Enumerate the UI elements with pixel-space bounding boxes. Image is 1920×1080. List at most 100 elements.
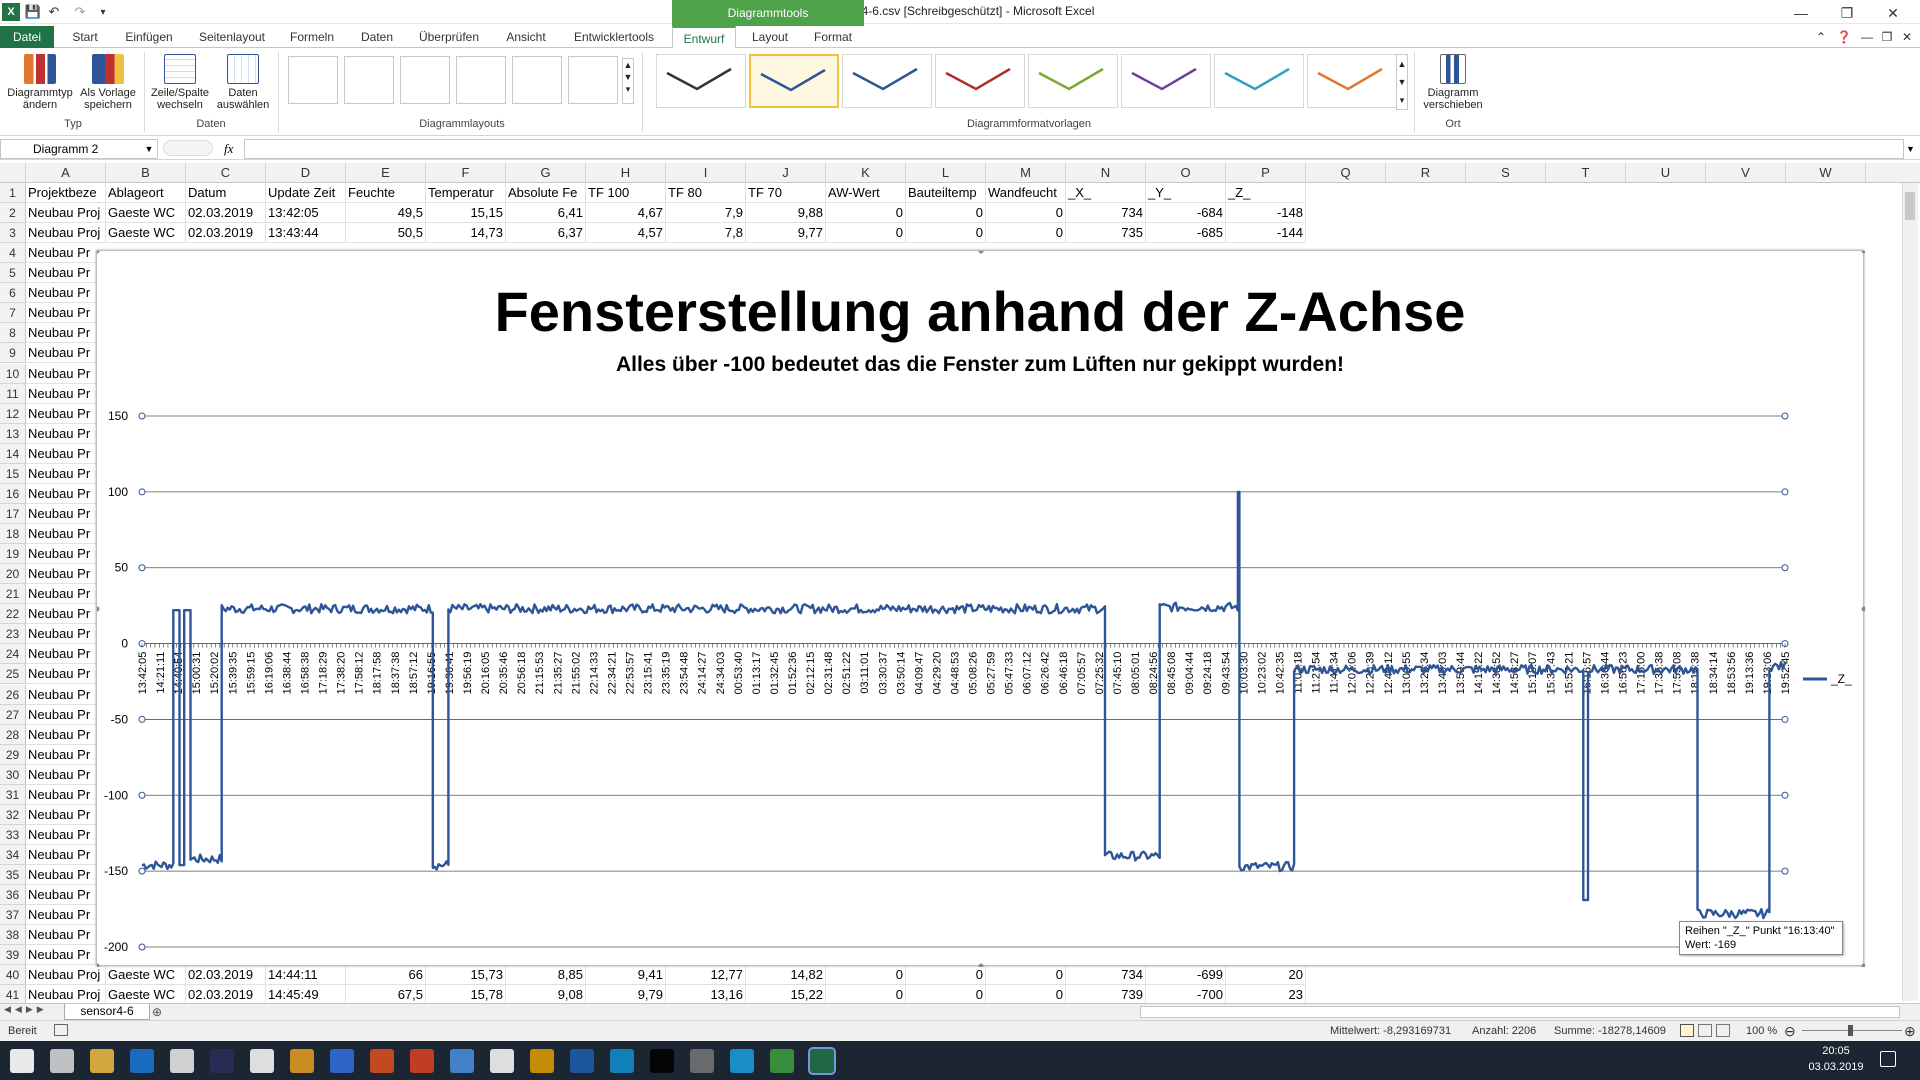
cell-A6[interactable]: Neubau Pr: [26, 283, 98, 304]
app5-icon[interactable]: [770, 1049, 794, 1073]
cell-A19[interactable]: Neubau Pr: [26, 544, 98, 565]
cell-H2[interactable]: 4,67: [586, 203, 666, 224]
home-icon[interactable]: [490, 1049, 514, 1073]
cell-H3[interactable]: 4,57: [586, 223, 666, 244]
selection-handle[interactable]: [138, 791, 146, 799]
chart-style-5[interactable]: [1028, 54, 1118, 108]
chart-resize-handle[interactable]: [97, 606, 100, 612]
cell-L3[interactable]: 0: [906, 223, 986, 244]
cell-B40[interactable]: Gaeste WC: [106, 965, 186, 986]
select-data-button[interactable]: Daten auswählen: [212, 54, 274, 111]
column-header-C[interactable]: C: [186, 163, 266, 183]
store-icon[interactable]: [170, 1049, 194, 1073]
cell-G40[interactable]: 8,85: [506, 965, 586, 986]
column-header-O[interactable]: O: [1146, 163, 1226, 183]
help-icon[interactable]: ❓: [1834, 26, 1854, 48]
tab-formeln[interactable]: Formeln: [284, 26, 340, 48]
layout-5-thumbnail[interactable]: [512, 56, 562, 104]
row-header-29[interactable]: 29: [0, 744, 26, 765]
cell-A31[interactable]: Neubau Pr: [26, 785, 98, 805]
header-cell-E[interactable]: Feuchte: [346, 183, 426, 203]
app4-icon[interactable]: [730, 1049, 754, 1073]
tab-datei[interactable]: Datei: [0, 26, 54, 48]
cell-L2[interactable]: 0: [906, 203, 986, 224]
formula-input[interactable]: [244, 139, 1904, 159]
header-cell-P[interactable]: _Z_: [1226, 183, 1306, 203]
cell-A21[interactable]: Neubau Pr: [26, 584, 98, 605]
chart-style-1[interactable]: [656, 54, 746, 108]
cell-A28[interactable]: Neubau Pr: [26, 725, 98, 745]
zoom-out-icon[interactable]: ⊖: [1784, 1023, 1796, 1040]
start-button-icon[interactable]: [10, 1049, 34, 1073]
cell-A24[interactable]: Neubau Pr: [26, 644, 98, 665]
cloud-icon[interactable]: [570, 1049, 594, 1073]
header-cell-L[interactable]: Bauteiltemp: [906, 183, 986, 203]
cell-M3[interactable]: 0: [986, 223, 1066, 244]
change-chart-type-button[interactable]: Diagrammtyp ändern: [4, 54, 76, 111]
cell-A11[interactable]: Neubau Pr: [26, 384, 98, 404]
cell-A23[interactable]: Neubau Pr: [26, 624, 98, 645]
selection-handle[interactable]: [138, 564, 146, 572]
cell-A7[interactable]: Neubau Pr: [26, 303, 98, 324]
header-cell-I[interactable]: TF 80: [666, 183, 746, 203]
series-z-line[interactable]: [141, 490, 1787, 920]
selection-handle[interactable]: [138, 867, 146, 875]
cell-A38[interactable]: Neubau Pr: [26, 925, 98, 946]
selection-handle[interactable]: [1781, 488, 1789, 496]
tab-einfuegen[interactable]: Einfügen: [118, 26, 180, 48]
selection-handle[interactable]: [138, 943, 146, 951]
tab-seitenlayout[interactable]: Seitenlayout: [192, 26, 272, 48]
cell-A8[interactable]: Neubau Pr: [26, 323, 98, 344]
outlook-icon[interactable]: [530, 1049, 554, 1073]
cell-B2[interactable]: Gaeste WC: [106, 203, 186, 224]
column-header-W[interactable]: W: [1786, 163, 1866, 183]
cell-A40[interactable]: Neubau Proj: [26, 965, 106, 986]
cell-D3[interactable]: 13:43:44: [266, 223, 346, 244]
cell-A17[interactable]: Neubau Pr: [26, 504, 98, 524]
tab-ansicht[interactable]: Ansicht: [496, 26, 556, 48]
cell-A26[interactable]: Neubau Pr: [26, 685, 98, 705]
row-header-7[interactable]: 7: [0, 303, 26, 324]
cell-H40[interactable]: 9,41: [586, 965, 666, 986]
chart-style-4[interactable]: [935, 54, 1025, 108]
arduino-icon[interactable]: [650, 1049, 674, 1073]
column-header-U[interactable]: U: [1626, 163, 1706, 183]
cell-K3[interactable]: 0: [826, 223, 906, 244]
chart-resize-handle[interactable]: [978, 251, 984, 254]
cell-F2[interactable]: 15,15: [426, 203, 506, 224]
column-header-K[interactable]: K: [826, 163, 906, 183]
header-cell-O[interactable]: _Y_: [1146, 183, 1226, 203]
cell-A30[interactable]: Neubau Pr: [26, 765, 98, 785]
cell-A10[interactable]: Neubau Pr: [26, 364, 98, 384]
selection-handle[interactable]: [138, 715, 146, 723]
column-header-B[interactable]: B: [106, 163, 186, 183]
save-template-button[interactable]: Als Vorlage speichern: [76, 54, 140, 111]
cell-O3[interactable]: -685: [1146, 223, 1226, 244]
row-header-30[interactable]: 30: [0, 764, 26, 785]
row-header-12[interactable]: 12: [0, 403, 26, 424]
cell-A5[interactable]: Neubau Pr: [26, 263, 98, 284]
firefox-icon[interactable]: [370, 1049, 394, 1073]
column-header-N[interactable]: N: [1066, 163, 1146, 183]
excel-taskbar-icon[interactable]: [808, 1047, 836, 1075]
cell-E2[interactable]: 49,5: [346, 203, 426, 224]
task-view-icon[interactable]: [50, 1049, 74, 1073]
window-restore-icon[interactable]: ❐: [1878, 26, 1896, 48]
restore-icon[interactable]: ❐: [1824, 0, 1870, 26]
column-header-S[interactable]: S: [1466, 163, 1546, 183]
header-cell-M[interactable]: Wandfeucht: [986, 183, 1066, 203]
layout-gallery-more-icon[interactable]: ▲ ▼ ▾: [622, 58, 634, 104]
cell-I40[interactable]: 12,77: [666, 965, 746, 986]
cell-A22[interactable]: Neubau Pr: [26, 604, 98, 625]
cell-A12[interactable]: Neubau Pr: [26, 404, 98, 424]
cell-G3[interactable]: 6,37: [506, 223, 586, 244]
cell-K2[interactable]: 0: [826, 203, 906, 224]
edge-icon[interactable]: [130, 1049, 154, 1073]
selection-handle[interactable]: [138, 488, 146, 496]
column-header-A[interactable]: A: [26, 163, 106, 183]
app-icon[interactable]: [290, 1049, 314, 1073]
column-header-I[interactable]: I: [666, 163, 746, 183]
layout-2-thumbnail[interactable]: [344, 56, 394, 104]
row-header-15[interactable]: 15: [0, 463, 26, 484]
tab-ueberpruefen[interactable]: Überprüfen: [412, 26, 486, 48]
